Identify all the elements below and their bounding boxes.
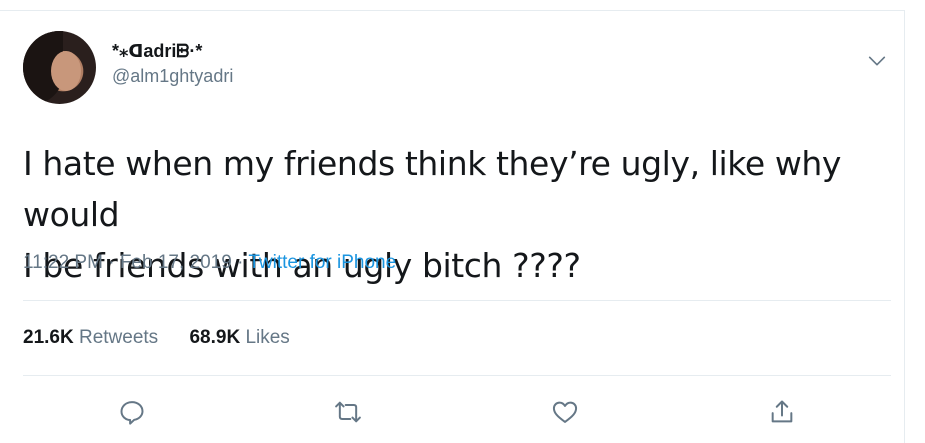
likes-stat[interactable]: 68.9K Likes: [189, 327, 289, 348]
retweets-count: 21.6K: [23, 327, 74, 348]
heart-icon[interactable]: [545, 392, 585, 432]
tweet-time[interactable]: 11:22 PM: [23, 252, 103, 273]
retweet-icon[interactable]: [328, 392, 368, 432]
share-icon[interactable]: [762, 392, 802, 432]
meta-separator: ·: [231, 252, 249, 273]
retweets-stat[interactable]: 21.6K Retweets: [23, 327, 158, 348]
chevron-down-icon[interactable]: [866, 50, 888, 72]
retweets-label: Retweets: [78, 327, 159, 348]
avatar-face: [51, 51, 81, 91]
divider: [23, 300, 891, 301]
meta-separator: ·: [102, 252, 120, 273]
likes-label: Likes: [245, 327, 290, 348]
avatar[interactable]: [23, 31, 96, 104]
tweet-source-link[interactable]: Twitter for iPhone: [248, 252, 396, 273]
tweet-text-line-1: I hate when my friends think they’re ugl…: [23, 144, 842, 234]
user-handle[interactable]: @alm1ghtyadri: [112, 66, 233, 87]
reply-icon[interactable]: [112, 392, 152, 432]
tweet-date[interactable]: Feb 17, 2019: [120, 252, 232, 273]
likes-count: 68.9K: [189, 327, 241, 348]
tweet-stats: 21.6K Retweets 68.9K Likes: [23, 327, 316, 349]
tweet-meta: 11:22 PM · Feb 17, 2019 · Twitter for iP…: [23, 252, 396, 274]
divider: [23, 375, 891, 376]
display-name[interactable]: *⁎ᗡadriᗸ·*: [112, 41, 202, 62]
